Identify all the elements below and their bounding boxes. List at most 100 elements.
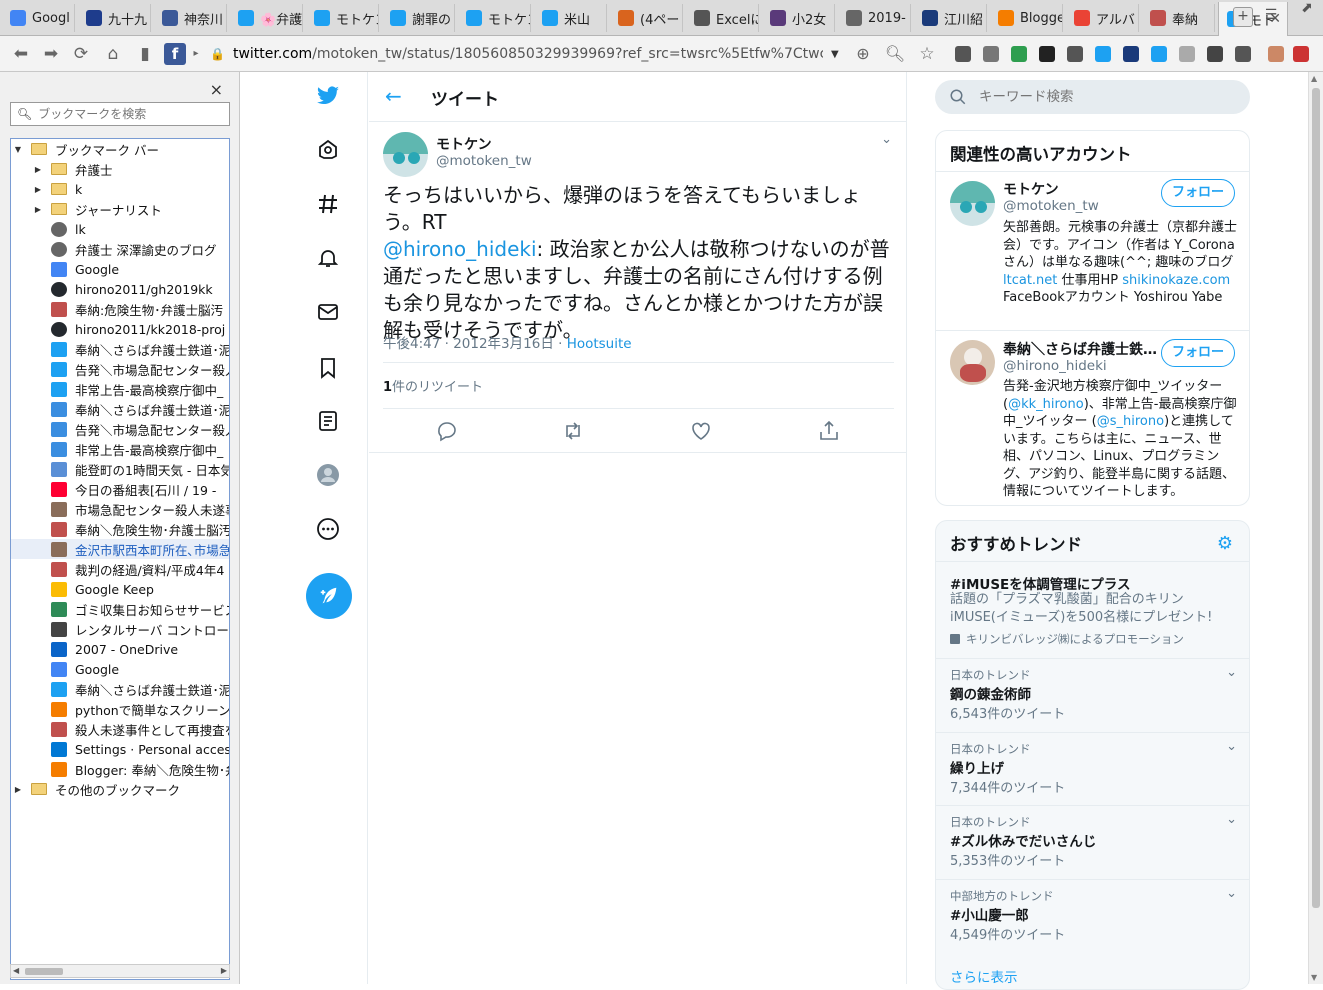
browser-tab[interactable]: 🌸弁護 — [230, 4, 303, 32]
bookmark-item[interactable]: Google Keep — [11, 579, 229, 599]
font-icon[interactable] — [1179, 46, 1195, 62]
avatar-ext-icon[interactable] — [1293, 46, 1309, 62]
expand-right-icon[interactable]: ▶ — [33, 205, 43, 214]
browser-tab[interactable]: モトケン — [458, 4, 531, 32]
chevron-down-icon[interactable]: ⌄ — [1226, 886, 1237, 901]
compose-tweet-button[interactable] — [306, 573, 352, 619]
expand-right-icon[interactable]: ▶ — [33, 185, 43, 194]
bookmark-item[interactable]: 非常上告-最高検察庁御中_ — [11, 439, 229, 459]
more-arrow-icon[interactable]: ▸ — [190, 43, 202, 65]
forward-icon[interactable]: ➡ — [40, 43, 62, 65]
bookmark-item[interactable]: 今日の番組表[石川 / 19 - — [11, 479, 229, 499]
tweet-source-link[interactable]: Hootsuite — [567, 336, 632, 352]
n-icon[interactable] — [1123, 46, 1139, 62]
bookmark-folder[interactable]: ▶ ジャーナリスト — [11, 199, 229, 219]
back-icon[interactable]: ⬅ — [10, 43, 32, 65]
bookmark-search-field[interactable]: 🔍︎ — [10, 102, 230, 126]
account-handle[interactable]: @motoken_tw — [1003, 198, 1099, 214]
page-scrollbar[interactable]: ▲ ▼ — [1308, 72, 1323, 984]
more-icon[interactable] — [314, 515, 342, 543]
twitter-search-field[interactable] — [935, 80, 1250, 114]
bookmark-item[interactable]: 奉納＼危険生物･弁護士脳汚 — [11, 519, 229, 539]
bookmark-folder-other[interactable]: ▶ その他のブックマーク — [11, 779, 229, 799]
promoted-trend-name[interactable]: #iMUSEを体調管理にプラス — [950, 573, 1131, 593]
retweet-count[interactable]: 1件のリツイート — [383, 376, 483, 395]
twitter-logo-icon[interactable] — [314, 82, 342, 110]
bookmark-item[interactable]: hirono2011/kk2018-proj — [11, 319, 229, 339]
like-heart-icon[interactable] — [689, 419, 713, 443]
bookmark-item[interactable]: 能登町の1時間天気 - 日本気 — [11, 459, 229, 479]
account-handle[interactable]: @hirono_hideki — [1003, 358, 1107, 374]
move-icon[interactable] — [1067, 46, 1083, 62]
browser-tab[interactable]: 謝罪の — [382, 4, 455, 32]
zoom-icon[interactable]: 🔍︎ — [884, 43, 906, 65]
url-dropdown-icon[interactable]: ▼ — [831, 49, 839, 60]
author-name[interactable]: モトケン — [436, 134, 492, 154]
browser-tab[interactable]: Googl — [2, 4, 75, 32]
new-tab-icon[interactable]: + — [1233, 7, 1253, 27]
browser-tab[interactable]: モトケン — [306, 4, 379, 32]
browser-tab[interactable]: 小2女 — [762, 4, 835, 32]
expand-right-icon[interactable]: ▶ — [13, 785, 23, 794]
tab-list-icon[interactable]: ☰ — [1261, 7, 1281, 27]
bookmark-item[interactable]: 裁判の経過/資料/平成4年4 — [11, 559, 229, 579]
url-icon[interactable] — [1039, 46, 1055, 62]
bookmark-item[interactable]: pythonで簡単なスクリーンシ — [11, 699, 229, 719]
account-name[interactable]: 奉納＼さらば弁護士鉄… — [1003, 339, 1157, 359]
expand-right-icon[interactable]: ▶ — [33, 165, 43, 174]
bookmarks-icon[interactable] — [314, 354, 342, 382]
chevron-down-icon[interactable]: ⌄ — [1226, 665, 1237, 680]
bookmark-item[interactable]: ゴミ収集日お知らせサービス — [11, 599, 229, 619]
chevron-down-icon[interactable]: ⌄ — [1226, 812, 1237, 827]
bookmark-item[interactable]: 市場急配センター殺人未遂事 — [11, 499, 229, 519]
lists-icon[interactable] — [314, 407, 342, 435]
url-bar[interactable]: 🔒 twitter.com/motoken_tw/status/18056085… — [210, 42, 850, 66]
close-sidebar-icon[interactable]: × — [210, 80, 223, 99]
browser-tab[interactable]: アルバ — [1066, 4, 1139, 32]
horizontal-scrollbar[interactable]: ◀ ▶ — [10, 964, 230, 978]
facebook-icon[interactable]: f — [164, 43, 186, 65]
pocket-icon[interactable] — [955, 46, 971, 62]
bookmark-item[interactable]: 告発＼市場急配センター殺人 — [11, 359, 229, 379]
bookmark-search-input[interactable] — [38, 107, 219, 121]
bio-link[interactable]: shikinokaze.com — [1122, 273, 1230, 288]
bio-link[interactable]: @kk_hirono — [1008, 397, 1084, 412]
chevron-down-icon[interactable]: ⌄ — [1226, 739, 1237, 754]
bookmark-item[interactable]: Google — [11, 659, 229, 679]
bookmark-item[interactable]: 殺人未遂事件として再捜査を — [11, 719, 229, 739]
home-icon[interactable] — [314, 135, 342, 163]
trend-item[interactable]: 日本のトレンド ⌄ #ズル休みでだいさんじ 5,353件のツイート — [936, 805, 1249, 879]
zoom-in-icon[interactable]: ⊕ — [852, 43, 874, 65]
trend-item[interactable]: 中部地方のトレンド ⌄ #小山慶一郎 4,549件のツイート — [936, 878, 1249, 953]
browser-tab[interactable]: (4ペー — [610, 4, 683, 32]
browser-tab[interactable]: 九十九 — [78, 4, 151, 32]
notifications-bell-icon[interactable] — [314, 244, 342, 272]
share-icon[interactable] — [817, 419, 841, 443]
chevron-down-icon[interactable]: ⌄ — [881, 132, 892, 147]
show-more-link[interactable]: さらに表示 — [950, 966, 1018, 986]
bookmark-folder[interactable]: ▶ 弁護士 — [11, 159, 229, 179]
reload-icon[interactable]: ⟳ — [70, 43, 92, 65]
browser-tab[interactable]: 奉納 — [1142, 4, 1215, 32]
home-icon[interactable]: ⌂ — [102, 43, 124, 65]
chat-icon[interactable] — [1235, 46, 1251, 62]
bookmark-item[interactable]: 非常上告-最高検察庁御中_ — [11, 379, 229, 399]
url-text[interactable]: twitter.com/motoken_tw/status/1805608503… — [233, 46, 823, 62]
bookmark-item[interactable]: 弁護士 深澤諭史のブログ — [11, 239, 229, 259]
browser-tab[interactable]: 米山 — [534, 4, 607, 32]
browser-tab[interactable]: 2019- — [838, 4, 911, 32]
settings-gear-icon[interactable]: ⚙ — [1217, 533, 1233, 554]
profile-avatar-icon[interactable] — [314, 461, 342, 489]
bookmark-item[interactable]: 2007 - OneDrive — [11, 639, 229, 659]
bookmark-item[interactable]: lk — [11, 219, 229, 239]
account-avatar[interactable] — [950, 340, 995, 385]
bookmark-item[interactable]: hirono2011/gh2019kk — [11, 279, 229, 299]
trend-item[interactable]: 日本のトレンド ⌄ 繰り上げ 7,344件のツイート — [936, 731, 1249, 806]
bookmark-folder[interactable]: ▶ k — [11, 179, 229, 199]
explore-hashtag-icon[interactable] — [314, 190, 342, 218]
bookmark-item[interactable]: 奉納＼さらば弁護士鉄道･泥 — [11, 339, 229, 359]
twitter-icon[interactable] — [1151, 46, 1167, 62]
bookmark-item[interactable]: 奉納＼さらば弁護士鉄道･泥 — [11, 399, 229, 419]
account-avatar[interactable] — [950, 181, 995, 226]
tweet-time[interactable]: 午後4:47 · 2012年3月16日 · — [383, 336, 567, 352]
